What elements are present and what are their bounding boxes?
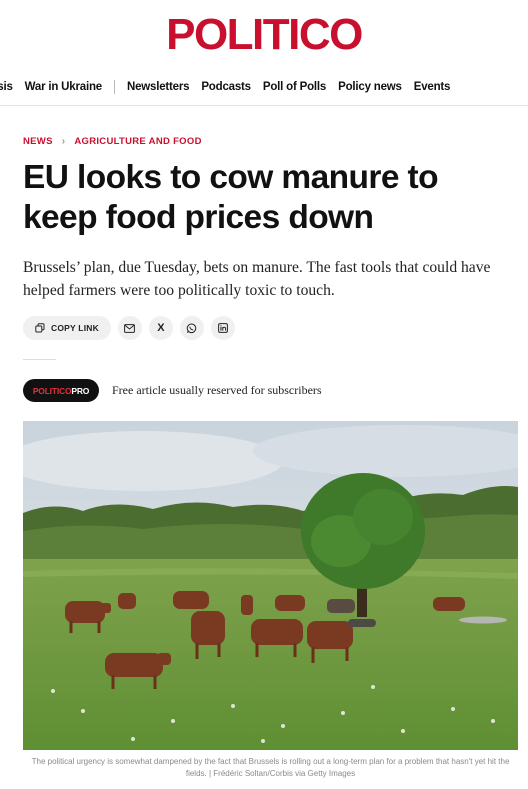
copy-link-label: COPY LINK — [51, 323, 99, 333]
nav-item-poll-of-polls[interactable]: Poll of Polls — [263, 81, 326, 93]
nav-item-crisis[interactable]: risis — [0, 81, 13, 93]
linkedin-icon — [218, 323, 228, 333]
breadcrumb-agriculture-and-food[interactable]: AGRICULTURE AND FOOD — [74, 136, 201, 147]
nav-item-events[interactable]: Events — [414, 81, 451, 93]
logo-text: POLITICO — [166, 10, 363, 59]
pro-badge-politico: POLITICO — [32, 385, 72, 396]
image-caption: The political urgency is somewhat dampen… — [31, 757, 510, 778]
politico-logo[interactable]: POLITICO — [0, 12, 528, 58]
chevron-right-icon: › — [61, 136, 66, 147]
breadcrumb-news[interactable]: NEWS — [23, 136, 53, 147]
mail-icon — [124, 323, 136, 333]
cows-in-pasture-image — [23, 421, 518, 750]
divider — [23, 359, 56, 360]
article-hero-image — [23, 421, 518, 750]
free-article-note: Free article usually reserved for subscr… — [112, 383, 322, 397]
nav-divider — [113, 80, 115, 94]
nav-item-podcasts[interactable]: Podcasts — [201, 81, 251, 93]
pro-badge-pro: PRO — [71, 385, 90, 396]
breadcrumb: NEWS › AGRICULTURE AND FOOD — [23, 136, 202, 147]
x-icon: X — [157, 322, 165, 334]
copy-icon — [35, 323, 45, 333]
nav-item-war-in-ukraine[interactable]: War in Ukraine — [25, 81, 102, 93]
article-headline: EU looks to cow manure to keep food pric… — [23, 159, 439, 236]
header-divider — [0, 105, 528, 106]
x-share-button[interactable]: X — [148, 316, 173, 340]
nav-item-newsletters[interactable]: Newsletters — [127, 81, 190, 93]
email-share-button[interactable] — [117, 316, 142, 340]
whatsapp-icon — [187, 323, 197, 333]
politico-pro-badge[interactable]: POLITICO PRO — [23, 379, 99, 402]
copy-link-button[interactable]: COPY LINK — [23, 316, 111, 340]
nav-item-policy-news[interactable]: Policy news — [338, 81, 402, 93]
linkedin-share-button[interactable] — [210, 316, 235, 340]
top-nav: risis War in Ukraine Newsletters Podcast… — [0, 76, 462, 98]
share-bar: COPY LINK X — [23, 316, 235, 340]
article-dek: Brussels’ plan, due Tuesday, bets on man… — [23, 259, 491, 299]
whatsapp-share-button[interactable] — [179, 316, 204, 340]
